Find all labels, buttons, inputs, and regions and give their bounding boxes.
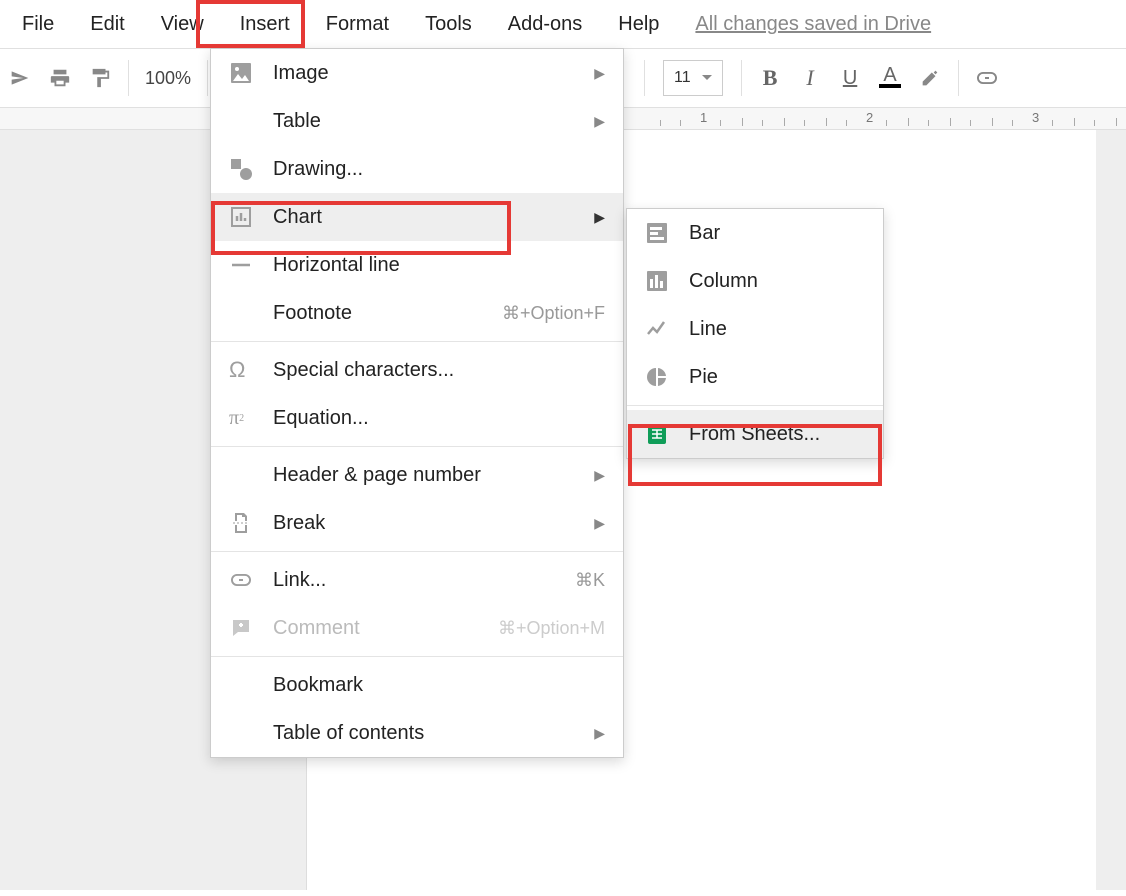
- page-break-icon: [229, 511, 273, 535]
- chart-column[interactable]: Column: [627, 257, 883, 305]
- insert-link[interactable]: Link... ⌘K: [211, 556, 623, 604]
- insert-break[interactable]: Break ▶: [211, 499, 623, 547]
- insert-equation[interactable]: π2 Equation...: [211, 394, 623, 442]
- chart-bar-label: Bar: [689, 222, 720, 245]
- menu-insert[interactable]: Insert: [222, 5, 308, 44]
- ruler-3: 3: [1032, 110, 1039, 125]
- footnote-shortcut: ⌘+Option+F: [502, 303, 605, 324]
- submenu-arrow-icon: ▶: [594, 515, 605, 532]
- insert-bookmark[interactable]: Bookmark: [211, 661, 623, 709]
- paint-format-icon[interactable]: [80, 58, 120, 98]
- menu-addons[interactable]: Add-ons: [490, 5, 601, 44]
- chart-column-label: Column: [689, 270, 758, 293]
- insert-hline-label: Horizontal line: [273, 254, 605, 277]
- horizontal-line-icon: [229, 253, 273, 277]
- chart-from-sheets[interactable]: From Sheets...: [627, 410, 883, 458]
- insert-table[interactable]: Table ▶: [211, 97, 623, 145]
- print-icon[interactable]: [40, 58, 80, 98]
- chart-line-label: Line: [689, 318, 727, 341]
- omega-icon: Ω: [229, 357, 273, 383]
- insert-table-label: Table: [273, 110, 594, 133]
- chevron-down-icon: [702, 73, 712, 83]
- line-chart-icon: [645, 317, 689, 341]
- ruler-1: 1: [700, 110, 707, 125]
- menu-file[interactable]: File: [4, 5, 72, 44]
- menu-view[interactable]: View: [143, 5, 222, 44]
- insert-drawing-label: Drawing...: [273, 158, 605, 181]
- link-shortcut: ⌘K: [575, 570, 605, 591]
- insert-drawing[interactable]: Drawing...: [211, 145, 623, 193]
- image-icon: [229, 61, 273, 85]
- insert-toc[interactable]: Table of contents ▶: [211, 709, 623, 757]
- insert-bookmark-label: Bookmark: [273, 674, 605, 697]
- text-color-button[interactable]: A: [870, 58, 910, 98]
- insert-special-characters[interactable]: Ω Special characters...: [211, 346, 623, 394]
- insert-link-label: Link...: [273, 569, 575, 592]
- menu-format[interactable]: Format: [308, 5, 407, 44]
- insert-footnote[interactable]: Footnote ⌘+Option+F: [211, 289, 623, 337]
- insert-image[interactable]: Image ▶: [211, 49, 623, 97]
- font-size-input[interactable]: 11: [663, 60, 723, 96]
- insert-comment[interactable]: Comment ⌘+Option+M: [211, 604, 623, 652]
- bold-button[interactable]: B: [750, 58, 790, 98]
- menu-tools[interactable]: Tools: [407, 5, 490, 44]
- chart-icon: [229, 205, 273, 229]
- share-icon[interactable]: [0, 58, 40, 98]
- insert-horizontal-line[interactable]: Horizontal line: [211, 241, 623, 289]
- chart-pie[interactable]: Pie: [627, 353, 883, 401]
- insert-menu-dropdown: Image ▶ Table ▶ Drawing... Chart ▶ Horiz…: [210, 48, 624, 758]
- link-icon: [229, 568, 273, 592]
- sheets-icon: [645, 422, 689, 446]
- comment-icon: [229, 616, 273, 640]
- menubar: File Edit View Insert Format Tools Add-o…: [0, 0, 1126, 48]
- insert-header-label: Header & page number: [273, 464, 594, 487]
- menu-edit[interactable]: Edit: [72, 5, 142, 44]
- insert-special-label: Special characters...: [273, 359, 605, 382]
- bar-chart-icon: [645, 221, 689, 245]
- pie-chart-icon: [645, 365, 689, 389]
- drawing-icon: [229, 157, 273, 181]
- highlight-color-button[interactable]: [910, 58, 950, 98]
- insert-footnote-label: Footnote: [273, 302, 502, 325]
- submenu-arrow-icon: ▶: [594, 65, 605, 82]
- zoom-level[interactable]: 100%: [137, 68, 199, 89]
- submenu-arrow-icon: ▶: [594, 725, 605, 742]
- insert-link-button[interactable]: [967, 58, 1007, 98]
- ruler-2: 2: [866, 110, 873, 125]
- font-size-value: 11: [674, 69, 691, 87]
- comment-shortcut: ⌘+Option+M: [498, 618, 605, 639]
- menu-help[interactable]: Help: [600, 5, 677, 44]
- chart-line[interactable]: Line: [627, 305, 883, 353]
- insert-toc-label: Table of contents: [273, 722, 594, 745]
- pi-icon: π2: [229, 407, 273, 430]
- insert-chart-label: Chart: [273, 206, 594, 229]
- insert-equation-label: Equation...: [273, 407, 605, 430]
- insert-comment-label: Comment: [273, 617, 498, 640]
- submenu-arrow-icon: ▶: [594, 209, 605, 226]
- submenu-arrow-icon: ▶: [594, 467, 605, 484]
- insert-header-page-number[interactable]: Header & page number ▶: [211, 451, 623, 499]
- submenu-arrow-icon: ▶: [594, 113, 605, 130]
- chart-bar[interactable]: Bar: [627, 209, 883, 257]
- insert-chart[interactable]: Chart ▶: [211, 193, 623, 241]
- insert-break-label: Break: [273, 512, 594, 535]
- italic-button[interactable]: I: [790, 58, 830, 98]
- save-status[interactable]: All changes saved in Drive: [695, 13, 931, 36]
- underline-button[interactable]: U: [830, 58, 870, 98]
- chart-pie-label: Pie: [689, 366, 718, 389]
- column-chart-icon: [645, 269, 689, 293]
- chart-from-sheets-label: From Sheets...: [689, 423, 820, 446]
- chart-submenu: Bar Column Line Pie From Sheets...: [626, 208, 884, 459]
- insert-image-label: Image: [273, 62, 594, 85]
